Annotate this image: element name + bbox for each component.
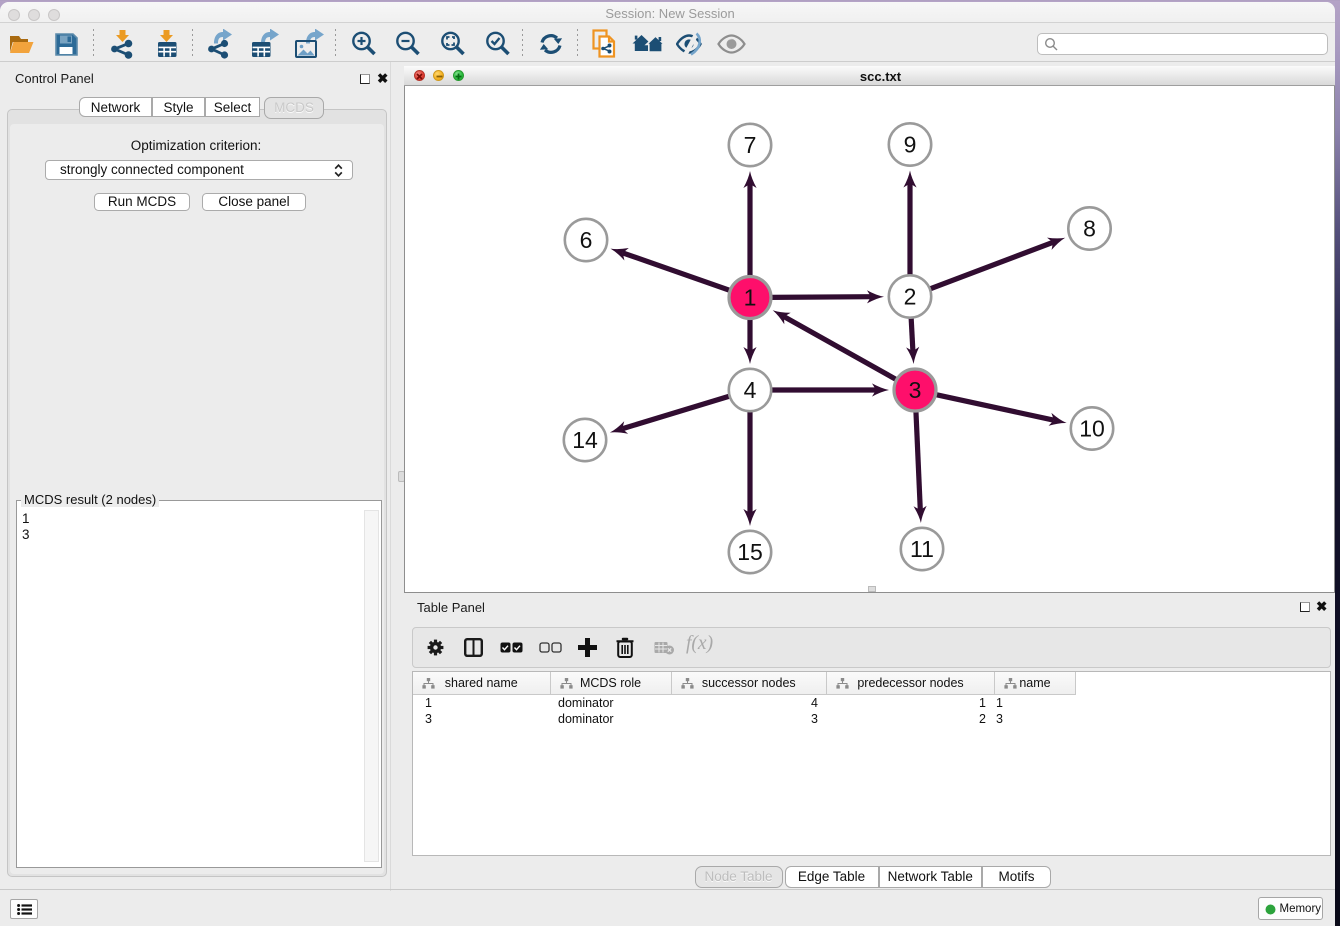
svg-text:2: 2 <box>904 284 917 310</box>
svg-text:4: 4 <box>744 377 757 403</box>
svg-text:10: 10 <box>1079 416 1105 442</box>
svg-text:6: 6 <box>580 227 593 253</box>
svg-text:3: 3 <box>909 377 922 403</box>
svg-text:11: 11 <box>910 536 934 562</box>
svg-text:7: 7 <box>744 132 757 158</box>
svg-text:9: 9 <box>904 132 917 158</box>
svg-text:1: 1 <box>744 285 757 311</box>
svg-text:14: 14 <box>572 427 598 453</box>
svg-text:8: 8 <box>1083 216 1096 242</box>
svg-text:15: 15 <box>737 539 763 565</box>
